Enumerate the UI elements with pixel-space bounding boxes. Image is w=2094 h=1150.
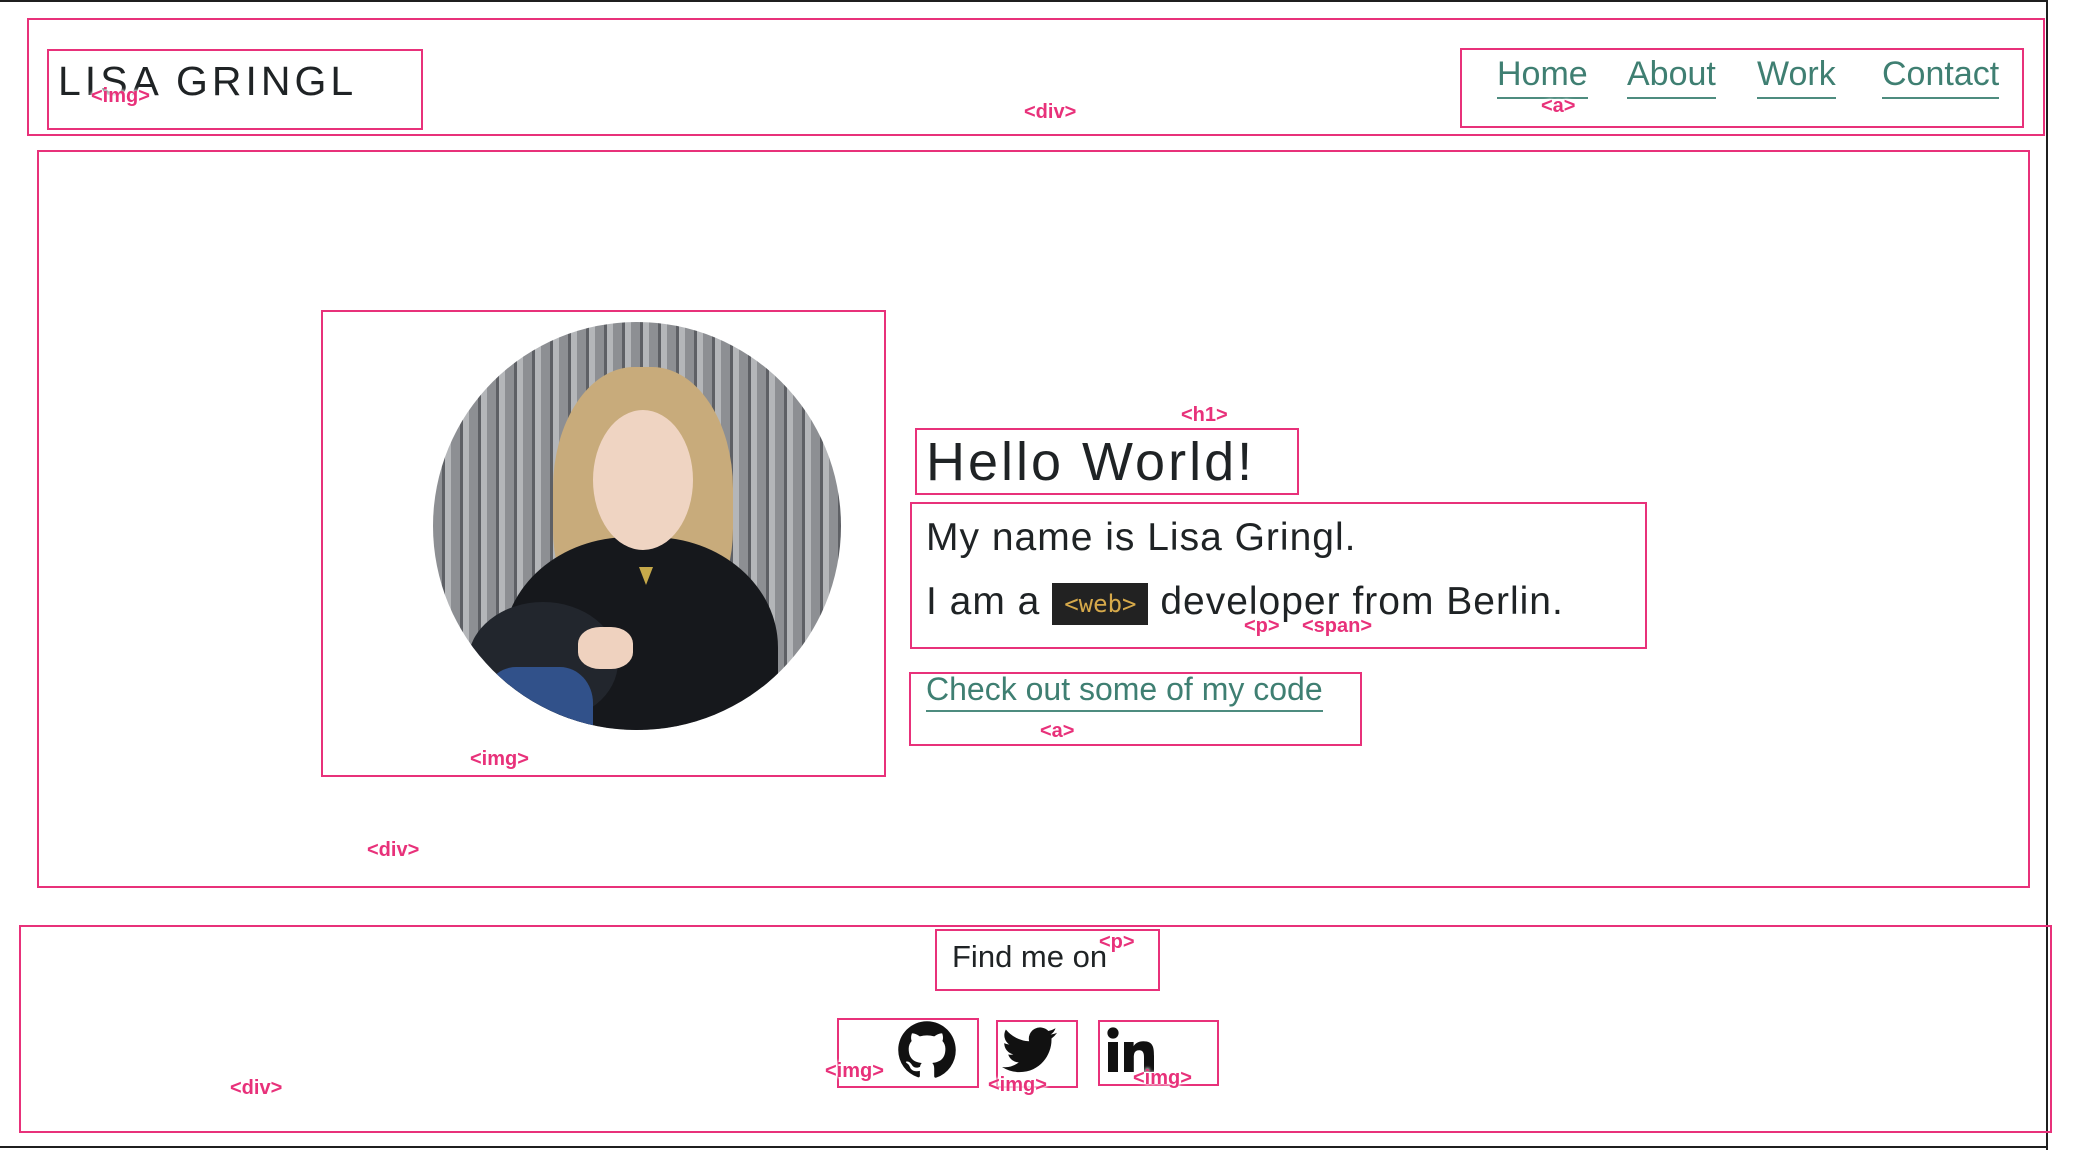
annotation-tag-header-div: <div> <box>1024 101 1077 123</box>
annotation-tag-nav-a: <a> <box>1541 95 1576 117</box>
annotation-box-photo-img <box>321 310 886 777</box>
annotation-box-h1 <box>915 428 1299 495</box>
annotation-tag-h1: <h1> <box>1181 404 1228 426</box>
annotation-tag-footer-div: <div> <box>230 1077 283 1099</box>
annotation-tag-intro-span: <span> <box>1302 615 1373 637</box>
annotation-tag-twitter-img: <img> <box>988 1074 1047 1096</box>
annotation-tag-github-img: <img> <box>825 1060 884 1082</box>
window-frame-bottom <box>0 1146 2048 1148</box>
annotation-tag-photo-img: <img> <box>470 748 529 770</box>
annotation-tag-logo-img: <img> <box>91 85 150 107</box>
annotation-tag-intro-p: <p> <box>1244 615 1280 637</box>
annotation-tag-cta-a: <a> <box>1040 720 1075 742</box>
annotation-tag-findme-p: <p> <box>1099 931 1135 953</box>
annotation-tag-linkedin-img: <img> <box>1133 1067 1192 1089</box>
window-frame-top <box>0 0 2048 2</box>
annotation-box-cta-a <box>909 672 1362 746</box>
annotation-tag-hero-div: <div> <box>367 839 420 861</box>
